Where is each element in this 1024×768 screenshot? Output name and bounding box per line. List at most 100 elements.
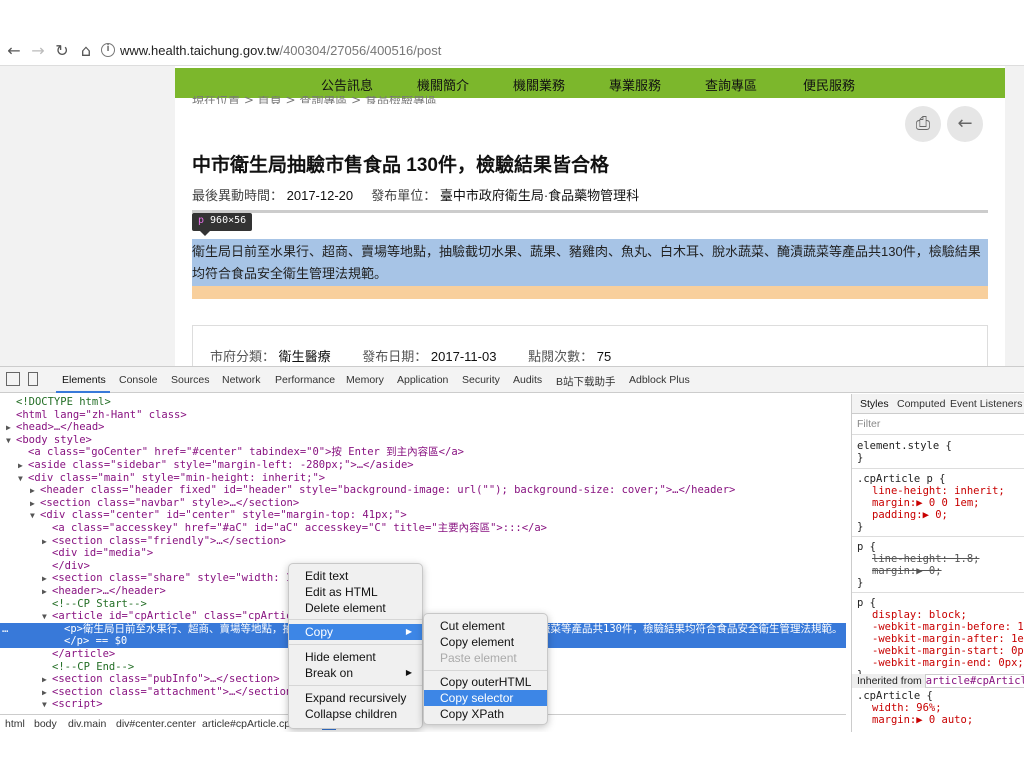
style-prop[interactable]: display: block; — [872, 609, 967, 621]
styles-pane: Styles Computed Event Listeners Filter e… — [851, 394, 1024, 733]
rule-selector[interactable]: p { — [857, 597, 876, 609]
tab-adblock[interactable]: Adblock Plus — [629, 374, 690, 386]
dom-node-line[interactable]: ▶ <section class="share" style="width: 1.… — [0, 572, 846, 585]
menu-separator — [289, 644, 422, 645]
dom-node-line[interactable]: ▶ <aside class="sidebar" style="margin-le… — [0, 459, 846, 472]
dom-node-line[interactable]: </div> — [0, 560, 846, 573]
margin-highlight — [192, 286, 988, 299]
nav-item-announcements[interactable]: 公告訊息 — [321, 75, 373, 94]
style-prop[interactable]: width: 96%; — [872, 702, 942, 714]
back-arrow-icon[interactable]: ← — [947, 106, 983, 142]
print-icon[interactable]: ⎙ — [905, 106, 941, 142]
dom-node-text: </p> == $0 — [64, 635, 128, 648]
tab-application[interactable]: Application — [397, 374, 448, 386]
style-prop-overridden[interactable]: margin:▶ 0; — [872, 565, 942, 577]
style-prop[interactable]: line-height: inherit; — [872, 485, 1005, 497]
dom-node-text: <header>…</header> — [52, 585, 166, 597]
tab-console[interactable]: Console — [119, 374, 158, 386]
dom-node-line[interactable]: <!--CP Start--> — [0, 598, 846, 611]
dom-node-line[interactable]: <a class="accesskey" href="#aC" id="aC" … — [0, 522, 846, 535]
menu-item-copy-outerhtml[interactable]: Copy outerHTML — [424, 674, 547, 690]
tab-styles[interactable]: Styles — [860, 398, 889, 410]
menu-item-edit-as-html[interactable]: Edit as HTML — [289, 584, 422, 600]
menu-item-copy-selector[interactable]: Copy selector — [424, 690, 547, 706]
dom-node-line[interactable]: ▶ <section class="navbar" style>…</sectio… — [0, 497, 846, 510]
breadcrumb-body[interactable]: body — [34, 718, 57, 730]
dom-node-line[interactable]: <div id="media"> — [0, 547, 846, 560]
style-prop[interactable]: -webkit-margin-end: 0px; — [872, 657, 1024, 669]
style-prop[interactable]: -webkit-margin-after: 1em; — [872, 633, 1024, 645]
divider — [852, 434, 1024, 435]
style-prop[interactable]: -webkit-margin-start: 0px; — [872, 645, 1024, 657]
tab-sources[interactable]: Sources — [171, 374, 210, 386]
tab-audits[interactable]: Audits — [513, 374, 542, 386]
dom-node-line[interactable]: <!DOCTYPE html> — [0, 396, 846, 409]
menu-item-copy-xpath[interactable]: Copy XPath — [424, 706, 547, 722]
date-label: 發布日期： — [362, 349, 428, 364]
reload-icon[interactable]: ↻ — [52, 41, 72, 61]
inherited-header: Inherited from article#cpArticle — [852, 674, 1024, 688]
dom-node-line[interactable]: ▶ <section class="friendly">…</section> — [0, 535, 846, 548]
tab-network[interactable]: Network — [222, 374, 261, 386]
nav-item-services[interactable]: 專業服務 — [609, 75, 661, 94]
collapse-triangle-icon[interactable]: ▼ — [42, 699, 52, 712]
unit-label: 發布單位： — [371, 188, 437, 203]
tab-computed[interactable]: Computed — [897, 398, 945, 410]
breadcrumb-html[interactable]: html — [5, 718, 25, 730]
style-prop[interactable]: margin:▶ 0 auto; — [872, 714, 973, 726]
inherited-from[interactable]: article#cpArticle — [924, 674, 1024, 688]
menu-item-copy[interactable]: Copy ▶ — [289, 624, 422, 640]
dom-node-line[interactable]: <a class="goCenter" href="#center" tabin… — [0, 446, 846, 459]
nav-item-query[interactable]: 查詢專區 — [705, 75, 757, 94]
nav-item-business[interactable]: 機關業務 — [513, 75, 565, 94]
pub-info-text: 市府分類： 衛生醫療 發布日期： 2017-11-03 點閱次數： 75 — [210, 346, 639, 365]
dom-node-text: <!--CP Start--> — [52, 597, 147, 610]
style-prop[interactable]: padding:▶ 0; — [872, 509, 948, 521]
info-icon[interactable]: i — [101, 43, 115, 57]
dom-node-line[interactable]: ▼ <div class="main" style="min-height: in… — [0, 472, 846, 485]
tab-elements[interactable]: Elements — [62, 374, 106, 386]
menu-item-hide-element[interactable]: Hide element — [289, 649, 422, 665]
inspect-icon[interactable] — [6, 372, 20, 386]
category-value: 衛生醫療 — [278, 349, 331, 364]
forward-icon[interactable]: → — [28, 41, 48, 61]
page-bottom — [0, 732, 1024, 768]
style-prop-overridden[interactable]: line-height: 1.8; — [872, 553, 979, 565]
styles-filter-input[interactable]: Filter — [857, 418, 880, 430]
style-prop[interactable]: -webkit-margin-before: 1em — [872, 621, 1024, 633]
breadcrumb-div-center[interactable]: div#center.center — [116, 718, 196, 730]
tab-memory[interactable]: Memory — [346, 374, 384, 386]
element-style-selector[interactable]: element.style { — [857, 440, 952, 452]
dom-node-line[interactable]: ▶ <head>…</head> — [0, 421, 846, 434]
tab-bilibili-helper[interactable]: B站下载助手 — [556, 374, 616, 389]
home-icon[interactable]: ⌂ — [76, 41, 96, 61]
url-field[interactable]: www.health.taichung.gov.tw/400304/27056/… — [120, 43, 441, 58]
dom-node-line[interactable]: <html lang="zh-Hant" class> — [0, 409, 846, 422]
device-toolbar-icon[interactable] — [28, 372, 38, 386]
date-value: 2017-11-03 — [430, 349, 497, 364]
rule-selector[interactable]: .cpArticle { — [857, 690, 933, 702]
tab-event-listeners[interactable]: Event Listeners — [950, 398, 1022, 410]
dom-node-text-tail: 蔬菜等產品共130件，檢驗結果均符合食品安全衛生管理法規範。 — [540, 622, 843, 635]
menu-item-copy-element[interactable]: Copy element — [424, 634, 547, 650]
nav-item-citizen[interactable]: 便民服務 — [803, 75, 855, 94]
breadcrumb-div-main[interactable]: div.main — [68, 718, 106, 730]
dom-node-line[interactable]: ▶ <header class="header fixed" id="header… — [0, 484, 846, 497]
tab-performance[interactable]: Performance — [275, 374, 335, 386]
menu-item-collapse-children[interactable]: Collapse children — [289, 706, 422, 722]
back-icon[interactable]: ← — [4, 41, 24, 61]
menu-item-break-on[interactable]: Break on ▶ — [289, 665, 422, 681]
dom-node-line[interactable]: ▶ <header>…</header> — [0, 585, 846, 598]
tab-security[interactable]: Security — [462, 374, 500, 386]
dom-node-line[interactable]: ▼ <body style> — [0, 434, 846, 447]
menu-item-delete-element[interactable]: Delete element — [289, 600, 422, 616]
menu-item-expand-recursively[interactable]: Expand recursively — [289, 690, 422, 706]
menu-item-cut-element[interactable]: Cut element — [424, 618, 547, 634]
menu-item-edit-text[interactable]: Edit text — [289, 568, 422, 584]
nav-item-about[interactable]: 機關簡介 — [417, 75, 469, 94]
rule-selector[interactable]: .cpArticle p { — [857, 473, 946, 485]
dom-node-line[interactable]: ▼ <div class="center" id="center" style="… — [0, 509, 846, 522]
ellipsis-icon[interactable]: … — [2, 623, 8, 636]
style-prop[interactable]: margin:▶ 0 0 1em; — [872, 497, 979, 509]
rule-selector[interactable]: p { — [857, 541, 876, 553]
